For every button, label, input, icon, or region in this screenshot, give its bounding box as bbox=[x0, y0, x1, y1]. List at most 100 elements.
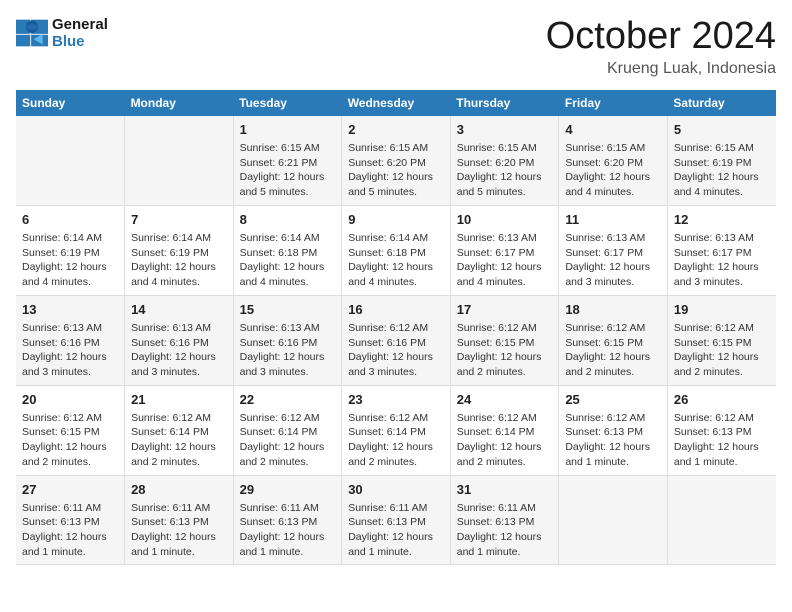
calendar-cell: 29Sunrise: 6:11 AM Sunset: 6:13 PM Dayli… bbox=[233, 475, 342, 565]
day-number: 29 bbox=[240, 481, 336, 499]
day-info: Sunrise: 6:11 AM Sunset: 6:13 PM Dayligh… bbox=[22, 502, 107, 558]
calendar-cell: 16Sunrise: 6:12 AM Sunset: 6:16 PM Dayli… bbox=[342, 295, 451, 385]
calendar-cell: 28 Sunrise: 6:11 AM Sunset: 6:13 PM Dayli… bbox=[125, 475, 234, 565]
day-info: Sunrise: 6:15 AM Sunset: 6:20 PM Dayligh… bbox=[565, 142, 650, 198]
calendar-cell: 20 Sunrise: 6:12 AM Sunset: 6:15 PM Dayli… bbox=[16, 385, 125, 475]
calendar-cell: 4 Sunrise: 6:15 AM Sunset: 6:20 PM Daylig… bbox=[559, 116, 668, 205]
calendar-cell bbox=[559, 475, 668, 565]
calendar-cell: 14 Sunrise: 6:13 AM Sunset: 6:16 PM Dayli… bbox=[125, 295, 234, 385]
calendar-cell: 12 Sunrise: 6:13 AM Sunset: 6:17 PM Dayli… bbox=[667, 205, 776, 295]
title-block: October 2024 Krueng Luak, Indonesia bbox=[546, 16, 776, 78]
logo: General Blue bbox=[16, 16, 108, 50]
calendar-cell: 9 Sunrise: 6:14 AM Sunset: 6:18 PM Daylig… bbox=[342, 205, 451, 295]
day-number: 7 bbox=[131, 211, 227, 229]
calendar-week-row: 27 Sunrise: 6:11 AM Sunset: 6:13 PM Dayli… bbox=[16, 475, 776, 565]
calendar-cell: 6 Sunrise: 6:14 AM Sunset: 6:19 PM Daylig… bbox=[16, 205, 125, 295]
weekday-header-sunday: Sunday bbox=[16, 90, 125, 116]
day-info: Sunrise: 6:12 AM Sunset: 6:15 PM Dayligh… bbox=[457, 322, 542, 378]
day-info: Sunrise: 6:11 AM Sunset: 6:13 PM Dayligh… bbox=[131, 502, 216, 558]
day-info: Sunrise: 6:12 AM Sunset: 6:15 PM Dayligh… bbox=[565, 322, 650, 378]
day-number: 4 bbox=[565, 121, 661, 139]
calendar-cell bbox=[16, 116, 125, 205]
day-number: 20 bbox=[22, 391, 118, 409]
day-info: Sunrise: 6:14 AM Sunset: 6:18 PM Dayligh… bbox=[348, 232, 433, 288]
day-info: Sunrise: 6:12 AM Sunset: 6:13 PM Dayligh… bbox=[674, 412, 759, 468]
calendar-cell bbox=[667, 475, 776, 565]
day-number: 13 bbox=[22, 301, 118, 319]
calendar-week-row: 13 Sunrise: 6:13 AM Sunset: 6:16 PM Dayli… bbox=[16, 295, 776, 385]
day-info: Sunrise: 6:15 AM Sunset: 6:20 PM Dayligh… bbox=[457, 142, 542, 198]
day-number: 19 bbox=[674, 301, 770, 319]
day-number: 22 bbox=[240, 391, 336, 409]
calendar-cell: 23Sunrise: 6:12 AM Sunset: 6:14 PM Dayli… bbox=[342, 385, 451, 475]
day-info: Sunrise: 6:12 AM Sunset: 6:15 PM Dayligh… bbox=[674, 322, 759, 378]
calendar-table: SundayMondayTuesdayWednesdayThursdayFrid… bbox=[16, 90, 776, 566]
day-number: 24 bbox=[457, 391, 553, 409]
calendar-cell: 7 Sunrise: 6:14 AM Sunset: 6:19 PM Daylig… bbox=[125, 205, 234, 295]
calendar-cell: 2 Sunrise: 6:15 AM Sunset: 6:20 PM Daylig… bbox=[342, 116, 451, 205]
calendar-week-row: 6 Sunrise: 6:14 AM Sunset: 6:19 PM Daylig… bbox=[16, 205, 776, 295]
location: Krueng Luak, Indonesia bbox=[546, 60, 776, 78]
day-info: Sunrise: 6:11 AM Sunset: 6:13 PM Dayligh… bbox=[457, 502, 542, 558]
day-info: Sunrise: 6:13 AM Sunset: 6:16 PM Dayligh… bbox=[131, 322, 216, 378]
calendar-cell: 18 Sunrise: 6:12 AM Sunset: 6:15 PM Dayli… bbox=[559, 295, 668, 385]
day-number: 17 bbox=[457, 301, 553, 319]
day-info: Sunrise: 6:14 AM Sunset: 6:19 PM Dayligh… bbox=[131, 232, 216, 288]
calendar-cell: 19 Sunrise: 6:12 AM Sunset: 6:15 PM Dayli… bbox=[667, 295, 776, 385]
day-number: 8 bbox=[240, 211, 336, 229]
day-info: Sunrise: 6:13 AM Sunset: 6:16 PM Dayligh… bbox=[22, 322, 107, 378]
day-number: 12 bbox=[674, 211, 770, 229]
day-number: 10 bbox=[457, 211, 553, 229]
day-number: 28 bbox=[131, 481, 227, 499]
day-number: 21 bbox=[131, 391, 227, 409]
day-number: 2 bbox=[348, 121, 444, 139]
calendar-cell: 30Sunrise: 6:11 AM Sunset: 6:13 PM Dayli… bbox=[342, 475, 451, 565]
day-info: Sunrise: 6:14 AM Sunset: 6:18 PM Dayligh… bbox=[240, 232, 325, 288]
weekday-header-tuesday: Tuesday bbox=[233, 90, 342, 116]
day-info: Sunrise: 6:14 AM Sunset: 6:19 PM Dayligh… bbox=[22, 232, 107, 288]
day-info: Sunrise: 6:12 AM Sunset: 6:14 PM Dayligh… bbox=[240, 412, 325, 468]
day-number: 27 bbox=[22, 481, 118, 499]
day-info: Sunrise: 6:13 AM Sunset: 6:17 PM Dayligh… bbox=[457, 232, 542, 288]
calendar-cell: 3 Sunrise: 6:15 AM Sunset: 6:20 PM Daylig… bbox=[450, 116, 559, 205]
weekday-header-friday: Friday bbox=[559, 90, 668, 116]
calendar-cell: 31 Sunrise: 6:11 AM Sunset: 6:13 PM Dayli… bbox=[450, 475, 559, 565]
day-info: Sunrise: 6:12 AM Sunset: 6:14 PM Dayligh… bbox=[457, 412, 542, 468]
day-number: 11 bbox=[565, 211, 661, 229]
day-number: 31 bbox=[457, 481, 553, 499]
calendar-cell: 24 Sunrise: 6:12 AM Sunset: 6:14 PM Dayli… bbox=[450, 385, 559, 475]
day-number: 6 bbox=[22, 211, 118, 229]
day-number: 5 bbox=[674, 121, 770, 139]
calendar-cell: 13 Sunrise: 6:13 AM Sunset: 6:16 PM Dayli… bbox=[16, 295, 125, 385]
day-info: Sunrise: 6:15 AM Sunset: 6:20 PM Dayligh… bbox=[348, 142, 433, 198]
calendar-week-row: 1Sunrise: 6:15 AM Sunset: 6:21 PM Daylig… bbox=[16, 116, 776, 205]
day-info: Sunrise: 6:15 AM Sunset: 6:19 PM Dayligh… bbox=[674, 142, 759, 198]
logo-icon bbox=[16, 19, 48, 47]
day-number: 9 bbox=[348, 211, 444, 229]
page-header: General Blue October 2024 Krueng Luak, I… bbox=[16, 16, 776, 78]
day-info: Sunrise: 6:13 AM Sunset: 6:17 PM Dayligh… bbox=[674, 232, 759, 288]
day-number: 16 bbox=[348, 301, 444, 319]
day-number: 14 bbox=[131, 301, 227, 319]
day-number: 15 bbox=[240, 301, 336, 319]
day-number: 18 bbox=[565, 301, 661, 319]
calendar-cell: 11 Sunrise: 6:13 AM Sunset: 6:17 PM Dayli… bbox=[559, 205, 668, 295]
day-info: Sunrise: 6:12 AM Sunset: 6:15 PM Dayligh… bbox=[22, 412, 107, 468]
day-number: 26 bbox=[674, 391, 770, 409]
day-number: 3 bbox=[457, 121, 553, 139]
calendar-cell: 17 Sunrise: 6:12 AM Sunset: 6:15 PM Dayli… bbox=[450, 295, 559, 385]
day-info: Sunrise: 6:15 AM Sunset: 6:21 PM Dayligh… bbox=[240, 142, 325, 198]
day-info: Sunrise: 6:13 AM Sunset: 6:16 PM Dayligh… bbox=[240, 322, 325, 378]
day-number: 30 bbox=[348, 481, 444, 499]
calendar-cell: 26 Sunrise: 6:12 AM Sunset: 6:13 PM Dayli… bbox=[667, 385, 776, 475]
day-info: Sunrise: 6:13 AM Sunset: 6:17 PM Dayligh… bbox=[565, 232, 650, 288]
calendar-cell: 21Sunrise: 6:12 AM Sunset: 6:14 PM Dayli… bbox=[125, 385, 234, 475]
calendar-cell bbox=[125, 116, 234, 205]
weekday-header-monday: Monday bbox=[125, 90, 234, 116]
day-info: Sunrise: 6:12 AM Sunset: 6:14 PM Dayligh… bbox=[348, 412, 433, 468]
calendar-cell: 27 Sunrise: 6:11 AM Sunset: 6:13 PM Dayli… bbox=[16, 475, 125, 565]
weekday-header-thursday: Thursday bbox=[450, 90, 559, 116]
calendar-week-row: 20 Sunrise: 6:12 AM Sunset: 6:15 PM Dayli… bbox=[16, 385, 776, 475]
month-title: October 2024 bbox=[546, 16, 776, 58]
day-number: 25 bbox=[565, 391, 661, 409]
